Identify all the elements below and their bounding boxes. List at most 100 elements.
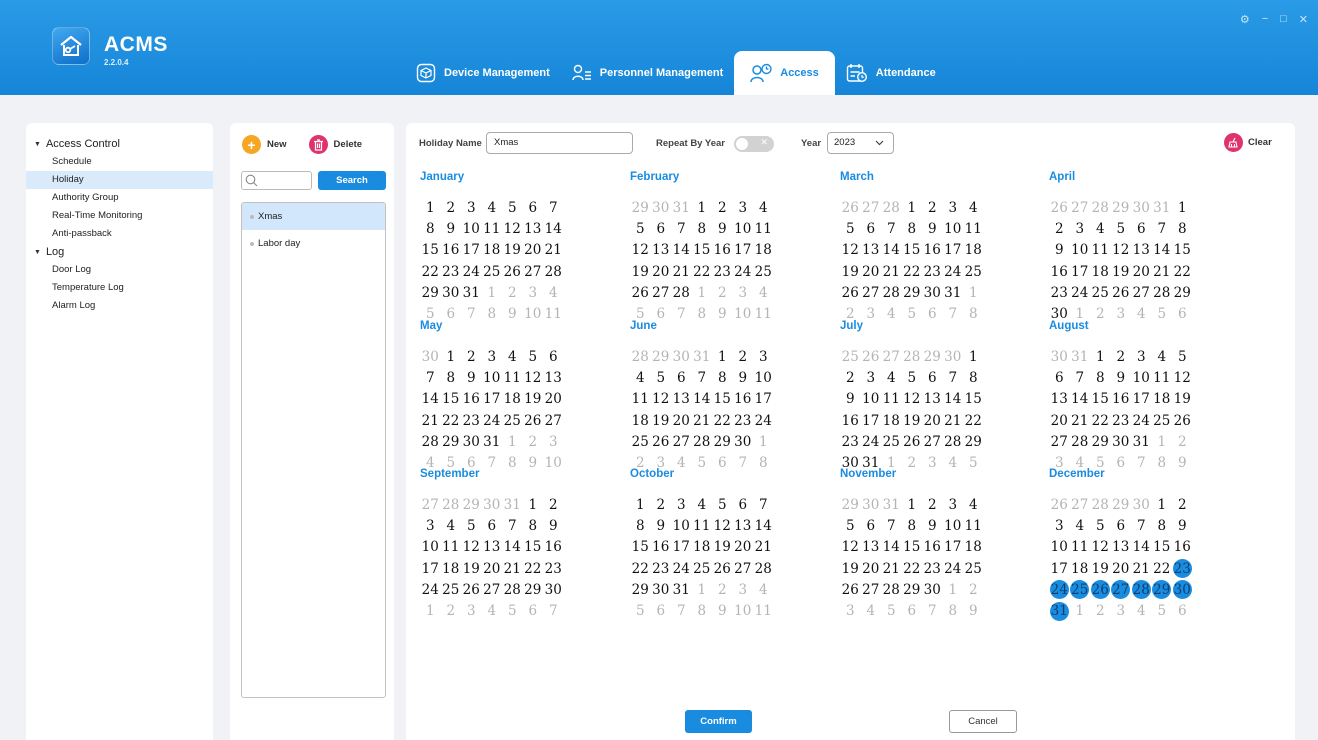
calendar-day[interactable]: 15	[420, 240, 441, 261]
calendar-day[interactable]: 8	[902, 515, 923, 536]
calendar-day[interactable]: 30	[1131, 494, 1152, 515]
calendar-day[interactable]: 6	[1111, 515, 1132, 536]
calendar-day[interactable]: 16	[712, 240, 733, 261]
calendar-day[interactable]: 13	[1111, 537, 1132, 558]
calendar-day[interactable]: 4	[963, 494, 984, 515]
calendar-day[interactable]: 26	[1049, 197, 1070, 218]
calendar-day[interactable]: 2	[1172, 494, 1193, 515]
calendar-day[interactable]: 16	[461, 389, 482, 410]
calendar-day[interactable]: 25	[482, 261, 503, 282]
calendar-day[interactable]: 28	[692, 431, 713, 452]
calendar-day[interactable]: 14	[502, 537, 523, 558]
calendar-day[interactable]: 26	[861, 346, 882, 367]
calendar-day[interactable]: 7	[1152, 218, 1173, 239]
calendar-day[interactable]: 8	[902, 218, 923, 239]
calendar-day[interactable]: 5	[712, 494, 733, 515]
calendar-day[interactable]: 28	[881, 579, 902, 600]
calendar-day[interactable]: 27	[420, 494, 441, 515]
calendar-day[interactable]: 18	[753, 240, 774, 261]
calendar-day[interactable]: 2	[1172, 431, 1193, 452]
calendar-day[interactable]: 19	[630, 261, 651, 282]
calendar-day[interactable]: 29	[461, 494, 482, 515]
calendar-day[interactable]: 3	[943, 494, 964, 515]
calendar-day[interactable]: 8	[1090, 367, 1111, 388]
calendar-day[interactable]: 4	[630, 367, 651, 388]
calendar-day[interactable]: 30	[441, 282, 462, 303]
calendar-day[interactable]: 15	[902, 537, 923, 558]
tree-group-log[interactable]: ▼ Log	[26, 243, 213, 261]
calendar-day[interactable]: 8	[441, 367, 462, 388]
calendar-day[interactable]: 8	[1172, 218, 1193, 239]
calendar-day[interactable]: 1	[1090, 346, 1111, 367]
calendar-day[interactable]: 18	[1152, 389, 1173, 410]
calendar-day[interactable]: 23	[461, 410, 482, 431]
calendar-day[interactable]: 2	[922, 494, 943, 515]
calendar-day[interactable]: 5	[902, 367, 923, 388]
calendar-day[interactable]: 29	[963, 431, 984, 452]
calendar-day[interactable]: 12	[651, 389, 672, 410]
calendar-day[interactable]: 12	[712, 515, 733, 536]
calendar-day[interactable]: 4	[881, 367, 902, 388]
calendar-day[interactable]: 20	[861, 261, 882, 282]
calendar-day[interactable]: 13	[482, 537, 503, 558]
calendar-day[interactable]: 17	[1131, 389, 1152, 410]
calendar-day[interactable]: 9	[651, 515, 672, 536]
calendar-day[interactable]: 6	[671, 367, 692, 388]
calendar-day[interactable]: 25	[881, 431, 902, 452]
calendar-day[interactable]: 28	[441, 494, 462, 515]
calendar-day[interactable]: 7	[502, 515, 523, 536]
calendar-day[interactable]: 23	[651, 558, 672, 579]
calendar-day[interactable]: 14	[420, 389, 441, 410]
calendar-day[interactable]: 28	[671, 282, 692, 303]
calendar-day[interactable]: 12	[840, 240, 861, 261]
calendar-day[interactable]: 6	[1131, 218, 1152, 239]
calendar-day[interactable]: 30	[922, 282, 943, 303]
calendar-day[interactable]: 9	[733, 367, 754, 388]
holiday-name-field[interactable]: Xmas	[486, 132, 633, 154]
tab-access[interactable]: Access	[734, 51, 835, 95]
calendar-day[interactable]: 19	[1090, 558, 1111, 579]
calendar-day[interactable]: 28	[902, 346, 923, 367]
calendar-day[interactable]: 8	[523, 515, 544, 536]
calendar-day[interactable]: 21	[502, 558, 523, 579]
calendar-day[interactable]: 29	[441, 431, 462, 452]
calendar-day[interactable]: 1	[420, 197, 441, 218]
calendar-day[interactable]: 21	[692, 410, 713, 431]
calendar-day[interactable]: 3	[461, 197, 482, 218]
calendar-day[interactable]: 20	[543, 389, 564, 410]
calendar-day[interactable]: 31	[1049, 601, 1069, 621]
calendar-day[interactable]: 10	[482, 367, 503, 388]
calendar-day[interactable]: 6	[922, 367, 943, 388]
calendar-day[interactable]: 23	[441, 261, 462, 282]
tab-attendance[interactable]: Attendance	[835, 51, 947, 95]
calendar-day[interactable]: 8	[692, 600, 713, 621]
calendar-day[interactable]: 1	[502, 431, 523, 452]
calendar-day[interactable]: 11	[692, 515, 713, 536]
calendar-day[interactable]: 16	[1111, 389, 1132, 410]
sidebar-item-real-time-monitoring[interactable]: Real-Time Monitoring	[26, 207, 213, 225]
calendar-day[interactable]: 30	[543, 579, 564, 600]
calendar-day[interactable]: 14	[1131, 537, 1152, 558]
calendar-day[interactable]: 3	[753, 346, 774, 367]
calendar-day[interactable]: 15	[963, 389, 984, 410]
calendar-day[interactable]: 12	[902, 389, 923, 410]
calendar-day[interactable]: 4	[753, 579, 774, 600]
calendar-day[interactable]: 28	[1090, 197, 1111, 218]
calendar-day[interactable]: 16	[1172, 537, 1193, 558]
calendar-day[interactable]: 26	[502, 261, 523, 282]
calendar-day[interactable]: 18	[1090, 261, 1111, 282]
calendar-day[interactable]: 29	[1111, 197, 1132, 218]
calendar-day[interactable]: 18	[441, 558, 462, 579]
calendar-day[interactable]: 1	[692, 579, 713, 600]
calendar-day[interactable]: 24	[943, 558, 964, 579]
calendar-day[interactable]: 27	[1049, 431, 1070, 452]
calendar-day[interactable]: 22	[1172, 261, 1193, 282]
calendar-day[interactable]: 9	[712, 600, 733, 621]
calendar-day[interactable]: 15	[441, 389, 462, 410]
calendar-day[interactable]: 1	[1152, 431, 1173, 452]
calendar-day[interactable]: 17	[943, 240, 964, 261]
calendar-day[interactable]: 23	[1049, 282, 1070, 303]
calendar-day[interactable]: 29	[651, 346, 672, 367]
calendar-day[interactable]: 21	[671, 261, 692, 282]
calendar-day[interactable]: 17	[420, 558, 441, 579]
